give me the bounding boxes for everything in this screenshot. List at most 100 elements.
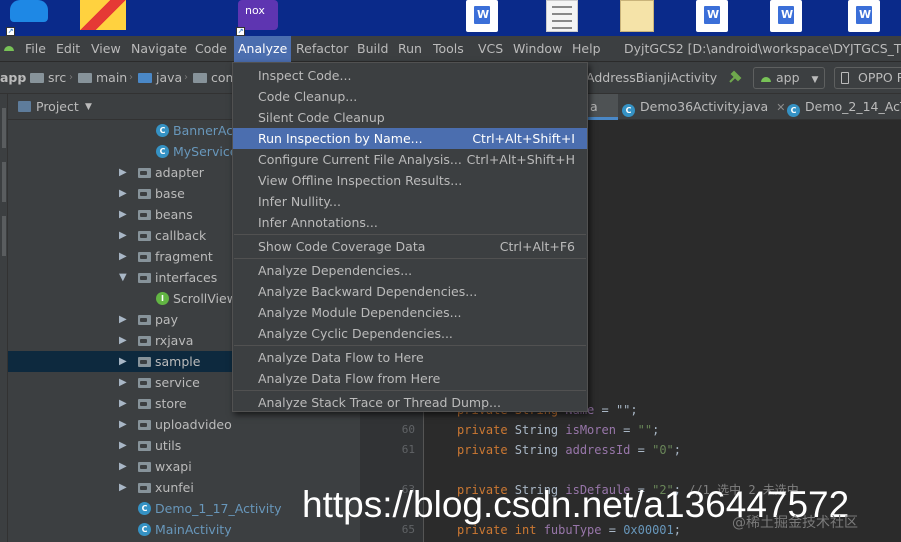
- word-document-icon[interactable]: [770, 0, 802, 32]
- tree-item-uploadvideo[interactable]: ▶ uploadvideo: [8, 414, 360, 435]
- menu-item-inspect-code[interactable]: Inspect Code...: [233, 65, 587, 86]
- text-document-icon[interactable]: [546, 0, 578, 32]
- menu-code[interactable]: Code: [191, 36, 231, 62]
- menu-item-infer-nullity[interactable]: Infer Nullity...: [233, 191, 587, 212]
- tab-demo-2-14[interactable]: C Demo_2_14_AcTi: [787, 94, 901, 120]
- run-config-dropdown[interactable]: app ▼: [753, 67, 825, 89]
- menu-item-run-inspection-by-name[interactable]: Run Inspection by Name... Ctrl+Alt+Shift+…: [233, 128, 587, 149]
- package-folder-icon: [138, 357, 151, 367]
- chevron-right-icon[interactable]: ▶: [119, 330, 127, 351]
- chevron-right-icon[interactable]: ▶: [119, 204, 127, 225]
- class-icon: C: [156, 124, 169, 137]
- tree-item-label: callback: [155, 228, 207, 243]
- chevron-right-icon[interactable]: ▶: [119, 393, 127, 414]
- device-label: OPPO R: [857, 70, 901, 85]
- menu-item-shortcut: Ctrl+Alt+F6: [499, 239, 575, 254]
- hammer-build-icon[interactable]: [728, 70, 742, 84]
- breadcrumb-java[interactable]: java: [138, 62, 182, 94]
- class-icon: C: [156, 145, 169, 158]
- code-token: =: [630, 443, 653, 457]
- chevron-right-icon[interactable]: ▶: [119, 372, 127, 393]
- menu-item-code-cleanup[interactable]: Code Cleanup...: [233, 86, 587, 107]
- tree-item-label: store: [155, 396, 187, 411]
- tab-demo36activity[interactable]: C Demo36Activity.java ✕: [622, 94, 785, 120]
- menu-item-silent-code-cleanup[interactable]: Silent Code Cleanup: [233, 107, 587, 128]
- menu-file[interactable]: File: [21, 36, 50, 62]
- menu-item-analyze-stack-trace-or-thread-dump[interactable]: Analyze Stack Trace or Thread Dump...: [233, 392, 587, 413]
- menu-item-analyze-module-dependencies[interactable]: Analyze Module Dependencies...: [233, 302, 587, 323]
- tab-label: a: [590, 99, 598, 114]
- device-dropdown[interactable]: OPPO R: [834, 67, 901, 89]
- chevron-right-icon[interactable]: ▶: [119, 435, 127, 456]
- folder-icon: [193, 73, 207, 83]
- chevron-right-icon: ›: [20, 72, 24, 83]
- chevron-right-icon[interactable]: ▶: [119, 246, 127, 267]
- code-token: = "";: [594, 403, 638, 417]
- paint-app-icon[interactable]: [80, 0, 126, 30]
- menu-item-analyze-backward-dependencies[interactable]: Analyze Backward Dependencies...: [233, 281, 587, 302]
- project-icon: [18, 101, 31, 112]
- menu-vcs[interactable]: VCS: [474, 36, 507, 62]
- chevron-right-icon: ›: [129, 72, 133, 83]
- nox-emulator-icon[interactable]: nox: [238, 0, 278, 30]
- menu-navigate[interactable]: Navigate: [127, 36, 191, 62]
- menu-item-analyze-data-flow-to-here[interactable]: Analyze Data Flow to Here: [233, 347, 587, 368]
- chevron-right-icon[interactable]: ▶: [119, 414, 127, 435]
- menu-analyze[interactable]: Analyze: [234, 36, 292, 62]
- menu-item-show-code-coverage-data[interactable]: Show Code Coverage Data Ctrl+Alt+F6: [233, 236, 587, 257]
- tab-label: Demo36Activity.java: [640, 99, 769, 114]
- tree-item-wxapi[interactable]: ▶ wxapi: [8, 456, 360, 477]
- chevron-down-icon[interactable]: ▼: [85, 94, 92, 120]
- menu-edit[interactable]: Edit: [52, 36, 84, 62]
- chevron-right-icon[interactable]: ▶: [119, 477, 127, 498]
- word-document-icon[interactable]: [466, 0, 498, 32]
- menu-item-configure-current-file-analysis[interactable]: Configure Current File Analysis... Ctrl+A…: [233, 149, 587, 170]
- breadcrumb-current-file[interactable]: AddressBianjiActivity: [586, 62, 717, 94]
- menu-refactor[interactable]: Refactor: [292, 36, 352, 62]
- tree-item-utils[interactable]: ▶ utils: [8, 435, 360, 456]
- chevron-down-icon[interactable]: ▼: [119, 267, 127, 288]
- chevron-right-icon[interactable]: ▶: [119, 351, 127, 372]
- chevron-right-icon[interactable]: ▶: [119, 183, 127, 204]
- menu-item-analyze-data-flow-from-here[interactable]: Analyze Data Flow from Here: [233, 368, 587, 389]
- menu-help[interactable]: Help: [568, 36, 605, 62]
- menu-view[interactable]: View: [87, 36, 125, 62]
- code-token: String: [514, 443, 566, 457]
- package-folder-icon: [138, 315, 151, 325]
- breadcrumb-com[interactable]: com: [193, 62, 238, 94]
- screen: ↗ nox ↗ File Edit View Navigate Code Ana…: [0, 0, 901, 542]
- menu-item-infer-annotations[interactable]: Infer Annotations...: [233, 212, 587, 233]
- chevron-right-icon[interactable]: ▶: [119, 456, 127, 477]
- chevron-right-icon[interactable]: ▶: [119, 162, 127, 183]
- cloud-app-icon[interactable]: [10, 0, 48, 22]
- desktop-icons-strip: ↗ nox ↗: [0, 0, 901, 36]
- menu-build[interactable]: Build: [353, 36, 392, 62]
- menu-item-analyze-cyclic-dependencies[interactable]: Analyze Cyclic Dependencies...: [233, 323, 587, 344]
- menu-tools[interactable]: Tools: [429, 36, 468, 62]
- chevron-right-icon[interactable]: ▶: [119, 225, 127, 246]
- menu-window[interactable]: Window: [509, 36, 566, 62]
- tab-address-bianji[interactable]: a: [586, 94, 618, 120]
- tree-item-label: interfaces: [155, 270, 218, 285]
- menu-bar: File Edit View Navigate Code Analyze Ref…: [0, 36, 901, 62]
- menu-item-view-offline-inspection-results[interactable]: View Offline Inspection Results...: [233, 170, 587, 191]
- folder-document-icon[interactable]: [620, 0, 654, 32]
- word-document-icon[interactable]: [848, 0, 880, 32]
- close-icon[interactable]: ✕: [776, 101, 785, 114]
- code-line: private String isMoren = "";: [457, 420, 659, 440]
- package-folder-icon: [138, 462, 151, 472]
- code-token: private: [457, 443, 515, 457]
- tree-item-label: fragment: [155, 249, 213, 264]
- menu-item-analyze-dependencies[interactable]: Analyze Dependencies...: [233, 260, 587, 281]
- chevron-right-icon: ›: [69, 72, 73, 83]
- chevron-right-icon[interactable]: ▶: [119, 309, 127, 330]
- word-document-icon[interactable]: [696, 0, 728, 32]
- breadcrumb-src[interactable]: src: [30, 62, 66, 94]
- interface-icon: I: [156, 292, 169, 305]
- left-tool-window-strip[interactable]: [0, 94, 8, 542]
- breadcrumb-main[interactable]: main: [78, 62, 127, 94]
- project-panel-title: Project: [36, 99, 79, 114]
- tree-item-label: base: [155, 186, 185, 201]
- menu-run[interactable]: Run: [394, 36, 426, 62]
- community-watermark: @稀土掘金技术社区: [732, 515, 858, 531]
